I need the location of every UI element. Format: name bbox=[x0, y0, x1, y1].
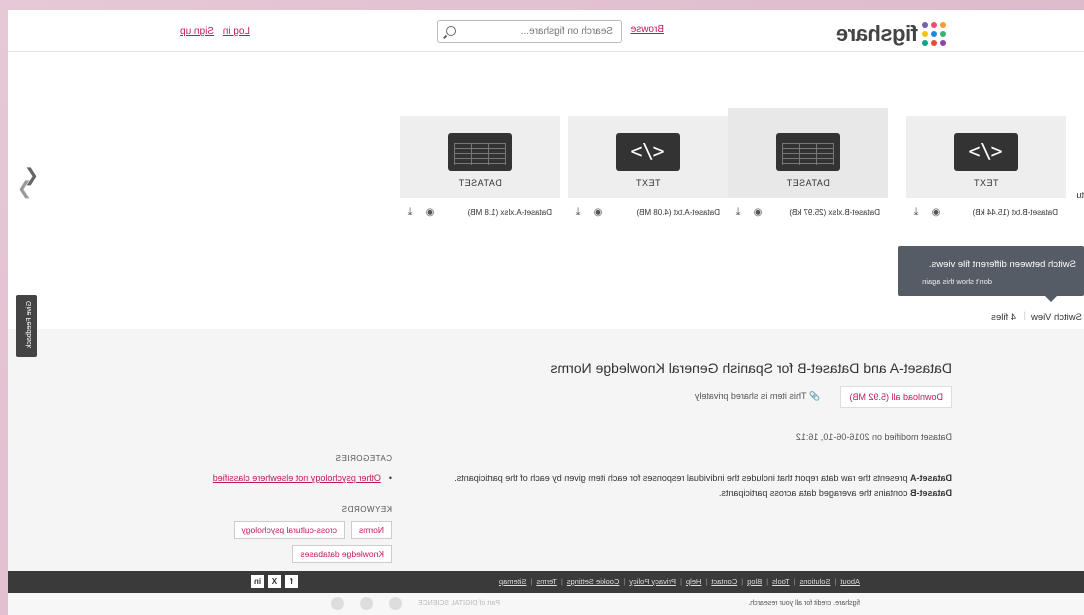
credit-text: figshare. credit for all your research. bbox=[748, 600, 860, 607]
file-caption: Dataset-A.xlsx (1.8 MB) ◉ ⤓ bbox=[400, 206, 560, 219]
site-footer: About | Solutions | Tools | Blog | Contact | … bbox=[8, 571, 1084, 593]
spreadsheet-icon bbox=[776, 133, 840, 171]
partner-logo-icon[interactable] bbox=[330, 597, 344, 610]
file-tile-text[interactable]: </> TEXT bbox=[568, 116, 728, 198]
footer-link-privacy[interactable]: Privacy Policy bbox=[629, 577, 676, 586]
tooltip-title: Switch between different file views. bbox=[928, 259, 1076, 270]
category-link[interactable]: Other psychology not elsewhere classifie… bbox=[213, 473, 381, 483]
file-tile-dataset[interactable]: DATASET bbox=[400, 116, 560, 198]
download-icon[interactable]: ⤓ bbox=[728, 206, 748, 219]
social-links: f X in bbox=[251, 575, 298, 588]
logo-text: figshare bbox=[836, 21, 918, 46]
footer-link-help[interactable]: Help bbox=[686, 577, 701, 586]
footer-link-cookies[interactable]: Cookie Settings bbox=[567, 577, 620, 586]
digital-science-logo[interactable]: Part of DIGITAL SCIENCE bbox=[418, 600, 500, 607]
chevron-right-icon[interactable]: ❮ bbox=[24, 165, 39, 186]
file-name[interactable]: Dataset-A.xlsx (1.8 MB) bbox=[440, 208, 560, 217]
footer-link-terms[interactable]: Terms bbox=[536, 577, 556, 586]
facebook-icon[interactable]: f bbox=[285, 575, 298, 588]
keyword-tag[interactable]: Knowledge databases bbox=[292, 545, 392, 563]
shared-status-text: This item is shared privately bbox=[694, 391, 807, 401]
search-icon[interactable] bbox=[446, 26, 456, 36]
search-box[interactable] bbox=[437, 20, 622, 43]
preview-icon[interactable]: ◉ bbox=[748, 207, 768, 218]
signup-link[interactable]: Sign up bbox=[180, 26, 214, 37]
item-description: Dataset-A presents the raw data report t… bbox=[452, 471, 952, 501]
desc-b-label: Dataset-B bbox=[909, 488, 952, 498]
file-type-label: TEXT bbox=[635, 178, 661, 188]
site-header: figshare Browse Log in Sign up bbox=[8, 10, 1084, 52]
file-tile-text[interactable]: </> TEXT bbox=[906, 116, 1066, 198]
footer-link-about[interactable]: About bbox=[840, 577, 860, 586]
view-tooltip: Switch between different file views. don… bbox=[898, 246, 1084, 302]
feedback-label: Give Feedback bbox=[26, 301, 33, 349]
figshare-logo[interactable]: figshare bbox=[836, 21, 946, 47]
carousel-edge-text: tu bbox=[1076, 190, 1084, 200]
footer-links: About | Solutions | Tools | Blog | Contact | … bbox=[498, 577, 860, 586]
tooltip-arrow bbox=[1045, 296, 1057, 302]
category-list: Other psychology not elsewhere classifie… bbox=[172, 473, 392, 483]
keywords-heading: KEYWORDS bbox=[341, 505, 392, 514]
keyword-list: Norms cross-cultural psychology Knowledg… bbox=[202, 521, 392, 563]
footer-link-blog[interactable]: Blog bbox=[747, 577, 762, 586]
link-icon: 🔗 bbox=[808, 391, 820, 401]
page-title: Dataset-A and Dataset-B for Spanish Gene… bbox=[550, 360, 952, 376]
footer-link-sitemap[interactable]: Sitemap bbox=[499, 577, 527, 586]
desc-a-label: Dataset-A bbox=[909, 473, 952, 483]
file-type-label: DATASET bbox=[786, 178, 830, 188]
download-all-button[interactable]: Download all (5.92 MB) bbox=[840, 386, 952, 408]
categories-heading: CATEGORIES bbox=[335, 454, 392, 463]
file-carousel: tu ❯ </> TEXT Dataset-B.txt (15.44 kB) ◉… bbox=[8, 68, 1084, 248]
view-bar: Switch View | 4 files bbox=[8, 309, 1084, 329]
download-icon[interactable]: ⤓ bbox=[400, 206, 420, 219]
file-name[interactable]: Dataset-B.xlsx (25.97 kB) bbox=[768, 208, 888, 217]
file-name[interactable]: Dataset-A.txt (4.08 MB) bbox=[608, 208, 728, 217]
file-type-label: DATASET bbox=[458, 178, 502, 188]
partner-logos: Part of DIGITAL SCIENCE bbox=[330, 597, 500, 610]
modified-date: Dataset modified on 2016-06-10, 16:12 bbox=[795, 432, 952, 442]
figshare-page: figshare Browse Log in Sign up tu ❯ </> … bbox=[8, 10, 1084, 615]
footer-link-solutions[interactable]: Solutions bbox=[800, 577, 831, 586]
desc-a-text: presents the raw data report that includ… bbox=[454, 473, 910, 483]
keyword-tag[interactable]: Norms bbox=[350, 521, 392, 539]
file-name[interactable]: Dataset-B.txt (15.44 kB) bbox=[946, 208, 1066, 217]
feedback-tab[interactable]: Give Feedback bbox=[16, 295, 37, 357]
code-file-icon: </> bbox=[616, 133, 680, 171]
file-caption: Dataset-A.txt (4.08 MB) ◉ ⤓ bbox=[568, 206, 728, 219]
partner-logo-icon[interactable] bbox=[359, 597, 373, 610]
login-link[interactable]: Log in bbox=[223, 26, 250, 37]
code-file-icon: </> bbox=[954, 133, 1018, 171]
file-type-label: TEXT bbox=[973, 178, 999, 188]
search-input[interactable] bbox=[463, 21, 613, 42]
file-caption: Dataset-B.xlsx (25.97 kB) ◉ ⤓ bbox=[728, 206, 888, 219]
divider: | bbox=[1023, 310, 1026, 321]
footer-link-tools[interactable]: Tools bbox=[772, 577, 790, 586]
file-count: 4 files bbox=[991, 312, 1016, 323]
file-tile-dataset[interactable]: DATASET bbox=[728, 108, 888, 198]
shared-status: 🔗 This item is shared privately bbox=[695, 391, 820, 402]
spreadsheet-icon bbox=[448, 133, 512, 171]
x-icon[interactable]: X bbox=[268, 575, 281, 588]
switch-view-button[interactable]: Switch View bbox=[1031, 312, 1082, 323]
preview-icon[interactable]: ◉ bbox=[420, 207, 440, 218]
category-item: Other psychology not elsewhere classifie… bbox=[172, 473, 392, 483]
partner-logo-icon[interactable] bbox=[388, 597, 402, 610]
footer-link-contact[interactable]: Contact bbox=[711, 577, 737, 586]
download-icon[interactable]: ⤓ bbox=[906, 206, 926, 219]
preview-icon[interactable]: ◉ bbox=[588, 207, 608, 218]
desc-b-text: contains the averaged data across partic… bbox=[718, 488, 910, 498]
tooltip-dismiss-link[interactable]: don't show this again bbox=[922, 277, 992, 286]
keyword-tag[interactable]: cross-cultural psychology bbox=[233, 521, 345, 539]
legal-bar: figshare. credit for all your research. … bbox=[8, 593, 1084, 615]
preview-icon[interactable]: ◉ bbox=[926, 207, 946, 218]
logo-mark-icon bbox=[922, 22, 946, 46]
download-icon[interactable]: ⤓ bbox=[568, 206, 588, 219]
item-info: Dataset-A and Dataset-B for Spanish Gene… bbox=[8, 329, 1084, 573]
linkedin-icon[interactable]: in bbox=[251, 575, 264, 588]
metadata-sidebar: CATEGORIES Other psychology not elsewher… bbox=[172, 454, 392, 563]
browse-link[interactable]: Browse bbox=[631, 24, 664, 35]
file-caption: Dataset-B.txt (15.44 kB) ◉ ⤓ bbox=[906, 206, 1066, 219]
